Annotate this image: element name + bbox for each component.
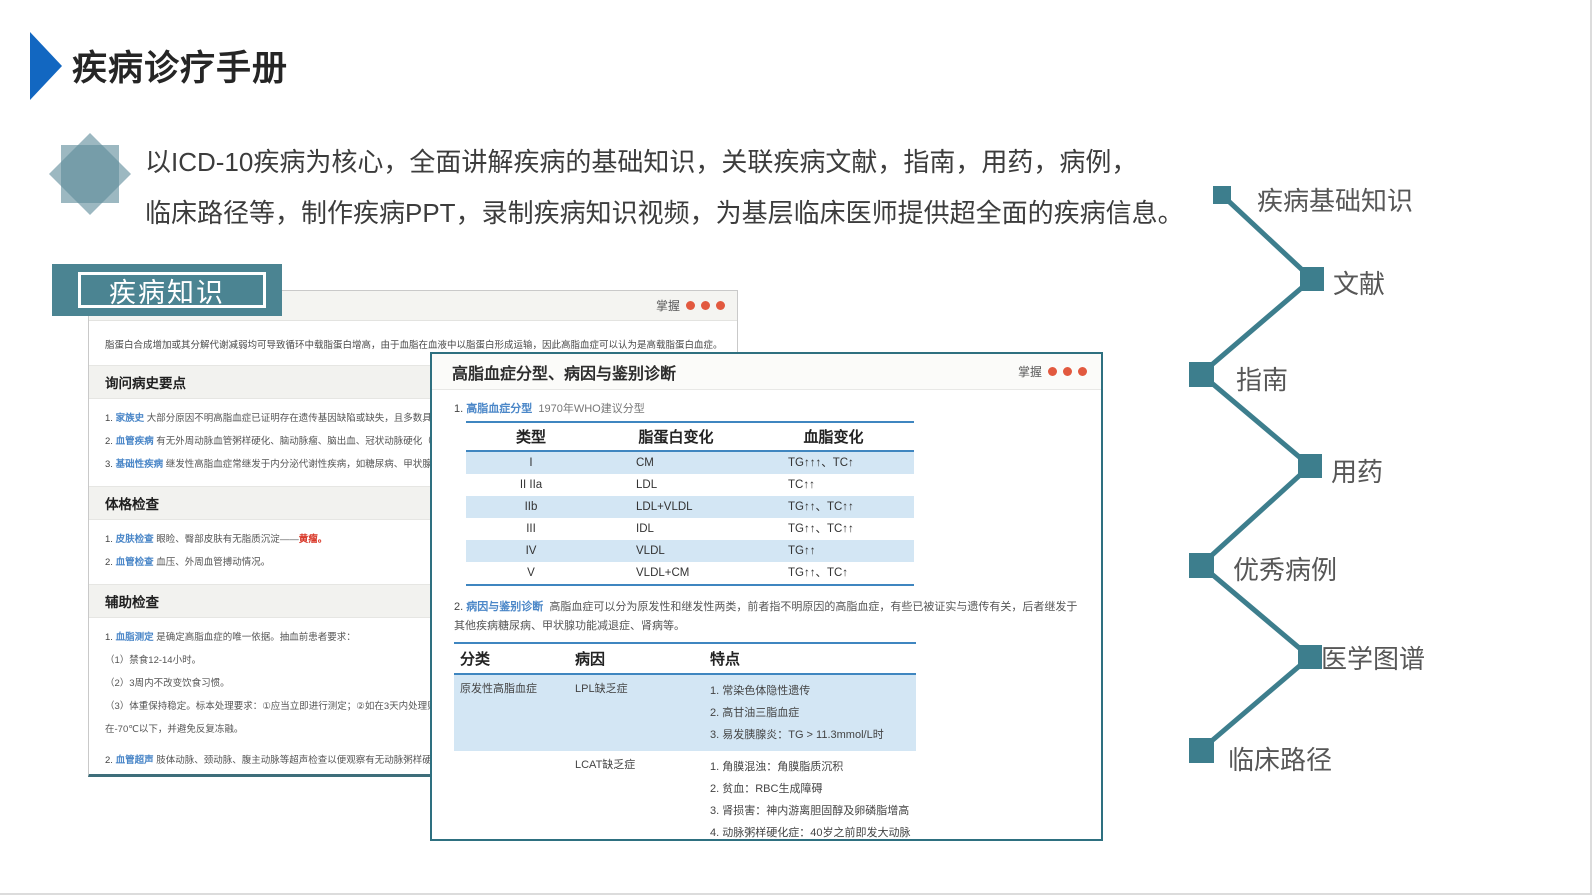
column-header: 血脂变化 (756, 426, 911, 447)
timeline-item-medication: 用药 (1331, 452, 1383, 489)
table-row: 原发性高脂血症 LPL缺乏症 1. 常染色体隐性遗传 2. 高甘油三脂血症 3.… (454, 675, 916, 751)
timeline-item-literature: 文献 (1333, 264, 1385, 301)
table-row: IIIIDLTG↑↑、TC↑↑ (466, 518, 914, 540)
timeline-node (1298, 454, 1322, 478)
page-title: 疾病诊疗手册 (72, 40, 288, 91)
tag-label: 疾病知识 (52, 264, 282, 316)
disease-knowledge-tag: 疾病知识 (52, 264, 282, 316)
panel-title: 高脂血症分型、病因与鉴别诊断 (452, 360, 676, 384)
table-row: LCAT缺乏症 1. 角膜混浊：角膜脂质沉积 2. 贫血：RBC生成障碍 3. … (454, 751, 916, 841)
intro-line-2: 临床路径等，制作疾病PPT，录制疾病知识视频，为基层临床医师提供超全面的疾病信息… (145, 198, 1184, 228)
timeline-node (1298, 645, 1322, 669)
table-row: VVLDL+CMTG↑↑、TC↑ (466, 562, 914, 584)
feature-line: 3. 肾损害：神内游离胆固醇及卵磷脂增高 (710, 800, 916, 822)
timeline-item-basic-knowledge: 疾病基础知识 (1257, 181, 1413, 218)
timeline-item-clinical-path: 临床路径 (1228, 740, 1332, 777)
feature-line: 3. 易发胰腺炎：TG > 11.3mmol/L时 (710, 724, 916, 746)
table-row: II IIaLDLTC↑↑ (466, 474, 914, 496)
table-header-row: 类型 脂蛋白变化 血脂变化 (466, 423, 914, 452)
timeline-node (1300, 267, 1324, 291)
mastery-dot (1078, 367, 1087, 376)
section-heading-typing: 1. 高脂血症分型 1970年WHO建议分型 (454, 400, 1079, 416)
panel-header-bar: 高脂血症分型、病因与鉴别诊断 掌握 (432, 354, 1101, 390)
column-header: 分类 (460, 648, 575, 669)
column-header: 脂蛋白变化 (596, 426, 756, 447)
table-row: IVVLDLTG↑↑ (466, 540, 914, 562)
mastery-indicator: 掌握 (656, 297, 725, 314)
mastery-dot (1048, 367, 1057, 376)
feature-line: 1. 角膜混浊：角膜脂质沉积 (710, 756, 916, 778)
mastery-dot (686, 301, 695, 310)
table-row: ICMTG↑↑↑、TC↑ (466, 452, 914, 474)
timeline-item-atlas: 医学图谱 (1321, 639, 1425, 676)
timeline-node (1189, 738, 1214, 763)
table-row: IIbLDL+VLDLTG↑↑、TC↑↑ (466, 496, 914, 518)
intro-text: 以ICD-10疾病为核心，全面讲解疾病的基础知识，关联疾病文献，指南，用药，病例… (145, 137, 1205, 239)
timeline-node (1189, 553, 1214, 578)
hyperlipidemia-typing-panel: 高脂血症分型、病因与鉴别诊断 掌握 1. 高脂血症分型 1970年WHO建议分型… (430, 352, 1103, 841)
intro-line-1: 以ICD-10疾病为核心，全面讲解疾病的基础知识，关联疾病文献，指南，用药，病例… (145, 147, 1137, 177)
timeline-node (1189, 362, 1214, 387)
diamond-icon (48, 132, 132, 216)
timeline-item-cases: 优秀病例 (1233, 550, 1337, 587)
mastery-label: 掌握 (656, 297, 680, 314)
panel-intro-text: 脂蛋白合成增加或其分解代谢减弱均可导致循环中载脂蛋白增高，由于血脂在血液中以脂蛋… (105, 337, 721, 351)
mastery-dot (716, 301, 725, 310)
mastery-indicator: 掌握 (1018, 363, 1087, 380)
feature-line: 2. 高甘油三脂血症 (710, 702, 916, 724)
mastery-dot (701, 301, 710, 310)
column-header: 类型 (466, 426, 596, 447)
who-typing-table: 类型 脂蛋白变化 血脂变化 ICMTG↑↑↑、TC↑ II IIaLDLTC↑↑… (466, 421, 914, 586)
column-header: 病因 (575, 648, 710, 669)
column-header: 特点 (710, 648, 916, 669)
panel-content: 1. 高脂血症分型 1970年WHO建议分型 类型 脂蛋白变化 血脂变化 ICM… (432, 390, 1101, 841)
mastery-dot (1063, 367, 1072, 376)
table-header-row: 分类 病因 特点 (454, 644, 916, 675)
timeline-item-guideline: 指南 (1236, 360, 1288, 397)
feature-line: 1. 常染色体隐性遗传 (710, 680, 916, 702)
section-heading-etiology: 2. 病因与鉴别诊断 高脂血症可以分为原发性和继发性两类，前者指不明原因的高脂血… (454, 598, 1079, 636)
timeline-node (1213, 186, 1231, 204)
etiology-table: 分类 病因 特点 原发性高脂血症 LPL缺乏症 1. 常染色体隐性遗传 2. 高… (454, 642, 916, 841)
title-arrow-icon (30, 32, 62, 100)
mastery-label: 掌握 (1018, 363, 1042, 380)
feature-line: 2. 贫血：RBC生成障碍 (710, 778, 916, 800)
feature-line: 4. 动脉粥样硬化症：40岁之前即发大动脉硬化、小动脉纤维化、肾动脉狭窄 (710, 822, 916, 841)
slide-page: 疾病诊疗手册 以ICD-10疾病为核心，全面讲解疾病的基础知识，关联疾病文献，指… (0, 0, 1592, 895)
